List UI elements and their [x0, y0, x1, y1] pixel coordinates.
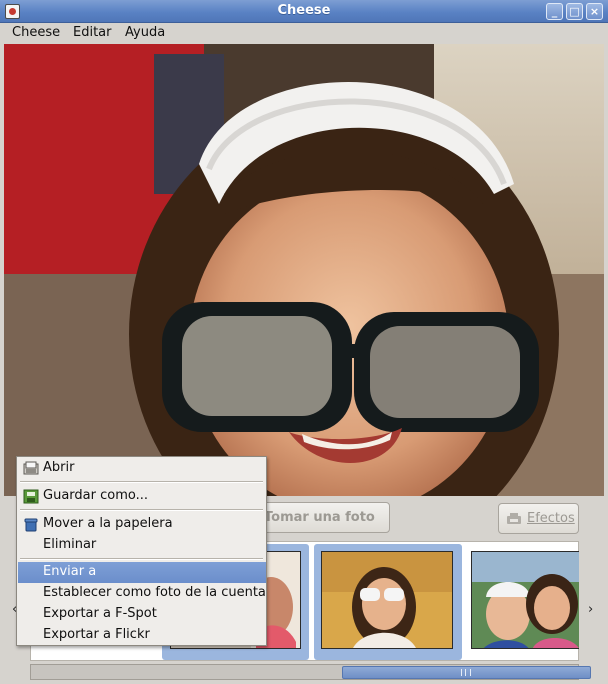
take-photo-label: Tomar una foto: [264, 510, 375, 525]
menu-item-exportar-flickr[interactable]: Exportar a Flickr: [18, 625, 266, 646]
menu-item-label: Establecer como foto de la cuenta: [43, 585, 266, 600]
thumbnail-scrollbar[interactable]: [30, 664, 591, 680]
menu-ayuda[interactable]: Ayuda: [125, 25, 165, 40]
scrollbar-thumb[interactable]: [342, 666, 591, 679]
open-folder-icon: [23, 461, 39, 475]
camera-viewport: [4, 44, 604, 496]
menu-item-abrir[interactable]: Abrir: [18, 458, 266, 479]
menu-item-label: Abrir: [43, 460, 75, 475]
context-menu: Abrir Guardar como... Mover a la papeler…: [16, 456, 267, 646]
close-button[interactable]: ×: [586, 3, 603, 20]
effects-icon: [507, 513, 521, 524]
menu-item-eliminar[interactable]: Eliminar: [18, 535, 266, 556]
menu-item-label: Eliminar: [43, 537, 97, 552]
thumbnail-image: [322, 552, 452, 648]
thumbnail-4[interactable]: [471, 551, 579, 649]
minimize-button[interactable]: _: [546, 3, 563, 20]
scrollbar-grip: [461, 669, 471, 676]
menu-separator: [20, 509, 263, 511]
menu-item-label: Exportar a Flickr: [43, 627, 150, 642]
menu-editar[interactable]: Editar: [73, 25, 112, 40]
menu-item-guardar-como[interactable]: Guardar como...: [18, 486, 266, 507]
effects-button[interactable]: Efectos: [498, 503, 579, 534]
menu-separator: [20, 481, 263, 483]
menu-separator: [20, 558, 263, 560]
effects-label: Efectos: [527, 511, 575, 526]
window-title: Cheese: [277, 3, 331, 18]
thumbnail-3[interactable]: [321, 551, 453, 649]
menu-item-mover-papelera[interactable]: Mover a la papelera: [18, 514, 266, 535]
save-as-icon: [23, 489, 39, 504]
maximize-button[interactable]: □: [566, 3, 583, 20]
menu-item-exportar-fspot[interactable]: Exportar a F-Spot: [18, 604, 266, 625]
menu-item-label: Enviar a: [43, 564, 97, 579]
menu-item-label: Exportar a F-Spot: [43, 606, 157, 621]
menu-cheese[interactable]: Cheese: [12, 25, 60, 40]
menu-bar: Cheese Editar Ayuda: [0, 23, 608, 44]
menu-item-establecer-foto-cuenta[interactable]: Establecer como foto de la cuenta: [18, 583, 266, 604]
camera-image: [4, 44, 604, 496]
menu-item-enviar-a[interactable]: Enviar a: [18, 562, 266, 583]
thumbnail-image: [472, 552, 579, 648]
trash-icon: [24, 518, 38, 532]
title-bar: Cheese _ □ ×: [0, 0, 608, 23]
strip-right-arrow[interactable]: ›: [588, 602, 593, 617]
menu-item-label: Mover a la papelera: [43, 516, 173, 531]
menu-item-label: Guardar como...: [43, 488, 148, 503]
